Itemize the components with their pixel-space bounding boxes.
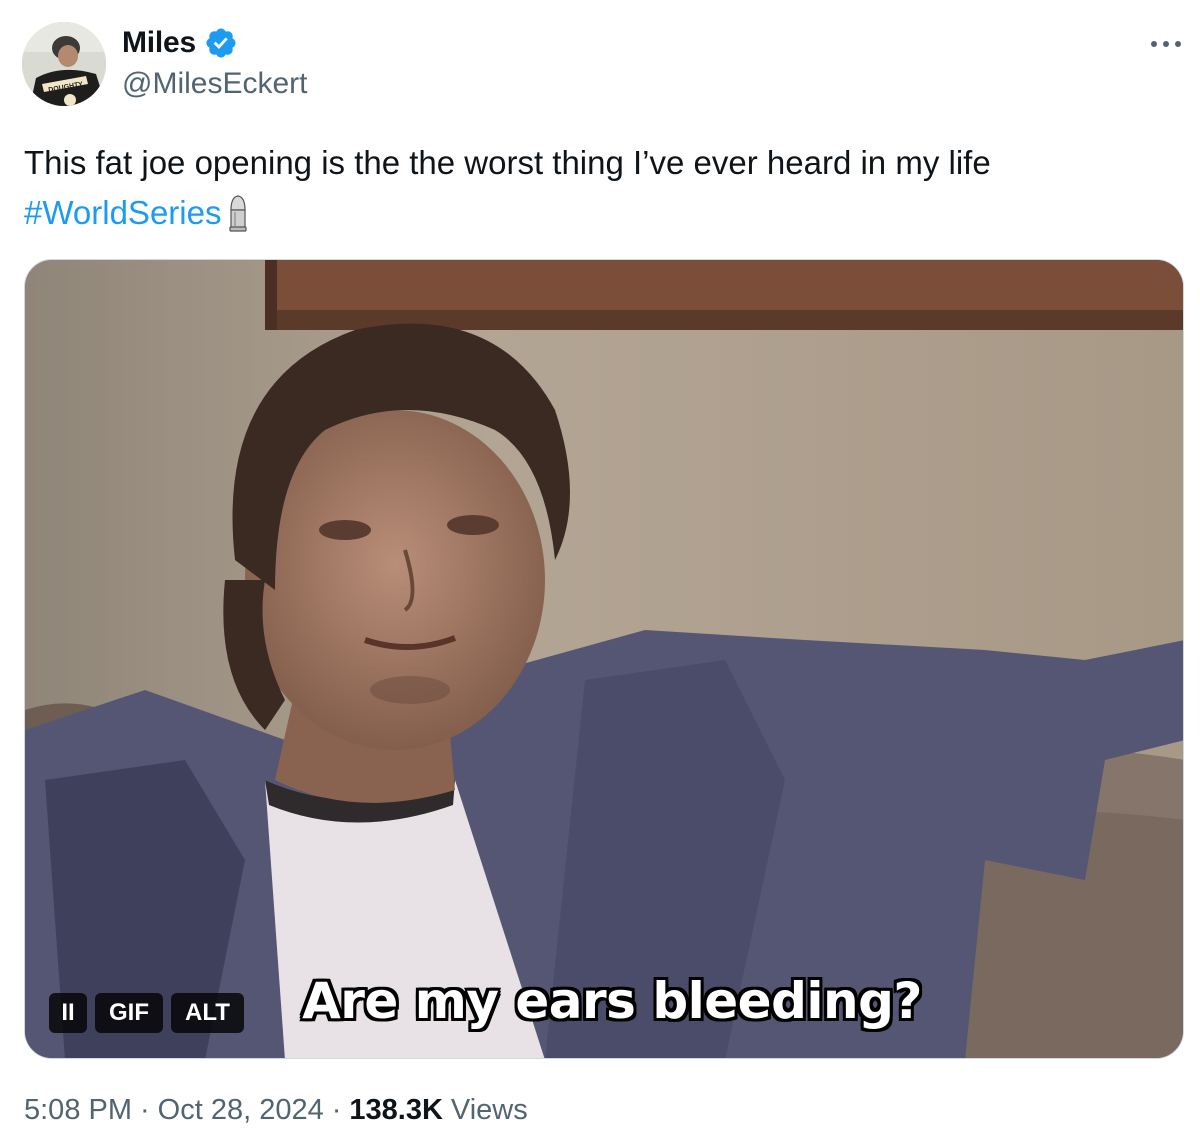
- media-controls: II GIF ALT: [49, 993, 244, 1033]
- views-count[interactable]: 138.3K: [349, 1094, 443, 1127]
- avatar-image: DOUGHTY: [22, 22, 106, 106]
- tweet-meta: 5:08 PM · Oct 28, 2024 · 138.3K Views: [24, 1094, 528, 1127]
- meta-separator: ·: [140, 1094, 150, 1126]
- verified-badge-icon: [204, 26, 238, 60]
- gif-badge: GIF: [95, 993, 163, 1033]
- meta-separator: ·: [331, 1094, 342, 1126]
- tweet-card: DOUGHTY Miles @MilesEckert This fat joe …: [0, 0, 1200, 1146]
- hashtag-link[interactable]: #WorldSeries: [24, 194, 221, 231]
- bullet-emoji-icon: [227, 194, 249, 246]
- author-handle[interactable]: @MilesEckert: [122, 67, 307, 101]
- tweet-text: This fat joe opening is the the worst th…: [24, 138, 1174, 246]
- views-label: Views: [450, 1094, 528, 1126]
- gif-frame-image: [25, 260, 1183, 1058]
- tweet-date[interactable]: Oct 28, 2024: [158, 1094, 324, 1127]
- tweet-body: This fat joe opening is the the worst th…: [24, 144, 991, 181]
- tweet-time[interactable]: 5:08 PM: [24, 1094, 132, 1127]
- alt-text-button[interactable]: ALT: [171, 993, 244, 1033]
- gif-media[interactable]: Are my ears bleeding? II GIF ALT: [24, 259, 1184, 1059]
- more-options-icon[interactable]: [1146, 26, 1186, 62]
- author-name-row: Miles: [122, 26, 238, 60]
- tweet-hashtag-line: #WorldSeries: [24, 188, 1174, 246]
- pause-button[interactable]: II: [49, 993, 87, 1033]
- avatar[interactable]: DOUGHTY: [22, 22, 106, 106]
- display-name[interactable]: Miles: [122, 26, 196, 60]
- gif-caption: Are my ears bleeding?: [302, 972, 922, 1030]
